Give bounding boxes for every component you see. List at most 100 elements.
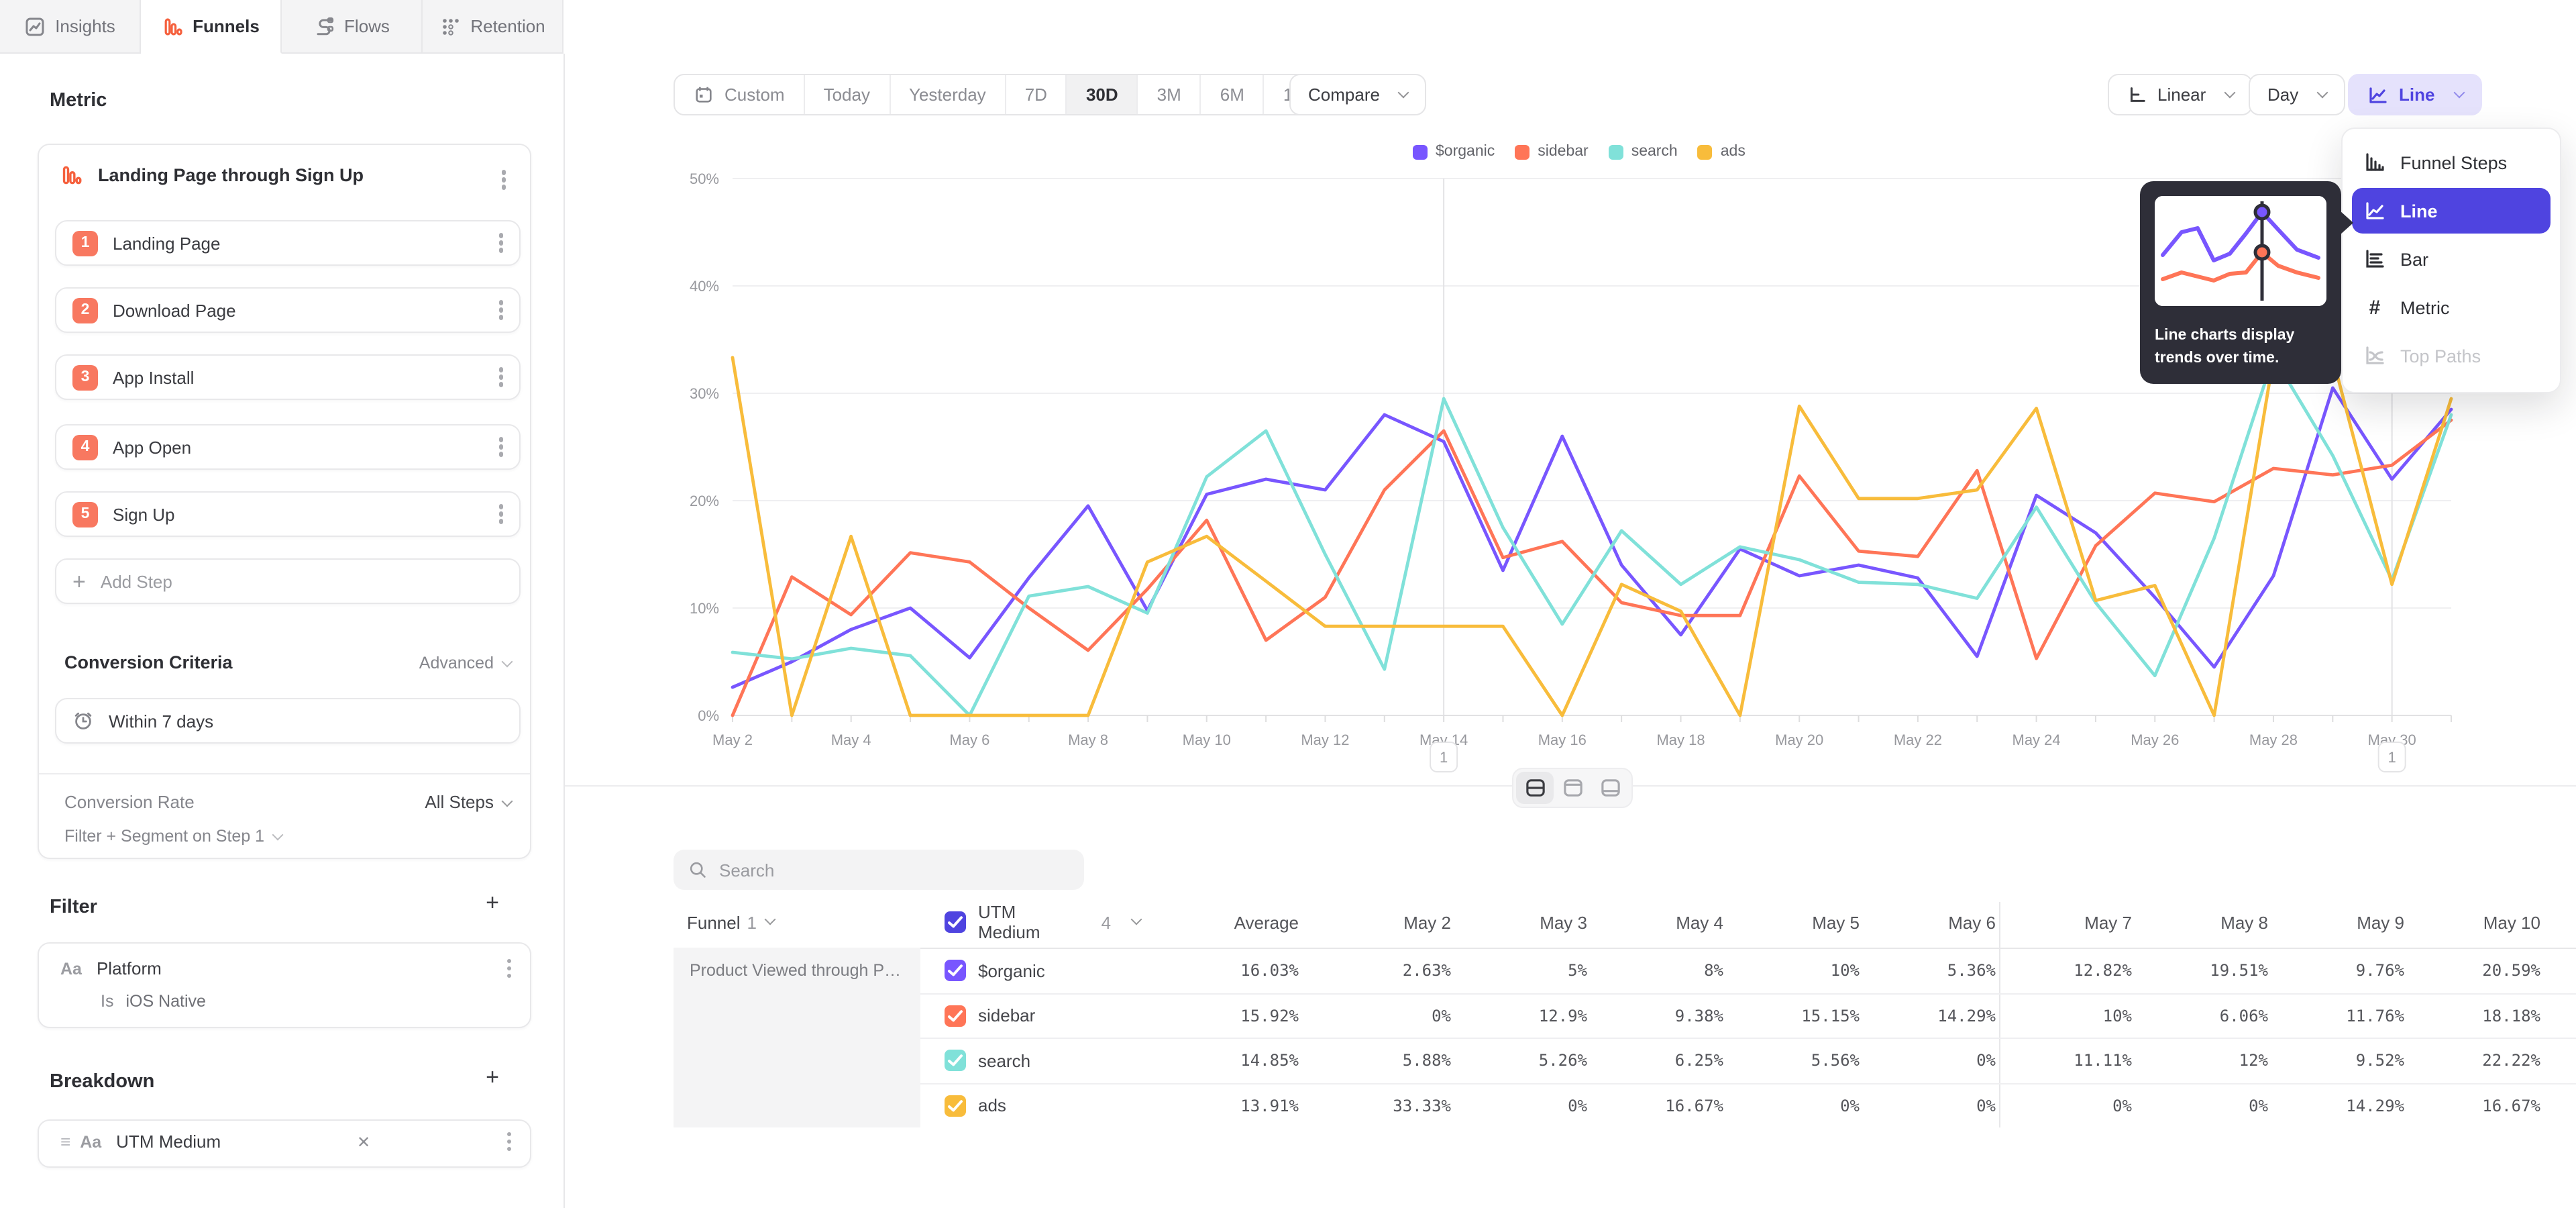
step-menu-button[interactable] <box>498 512 503 517</box>
series-checkbox[interactable] <box>945 1095 966 1117</box>
step-menu-button[interactable] <box>498 445 503 450</box>
svg-text:40%: 40% <box>690 278 719 295</box>
cell-value: 0% <box>1860 1097 1996 1115</box>
svg-text:30%: 30% <box>690 385 719 402</box>
funnel-group-cell[interactable]: Product Viewed through P… <box>674 948 920 1127</box>
column-header-average[interactable]: Average <box>1140 912 1315 932</box>
table-row[interactable]: ads13.91%33.33%0%16.67%0%0%0%0%14.29%16.… <box>674 1083 2576 1127</box>
linear-scale-icon <box>2127 85 2147 105</box>
breakdown-card[interactable]: ≡ Aa UTM Medium ✕ <box>38 1119 531 1168</box>
funnel-step-5[interactable]: 5 Sign Up <box>55 491 521 537</box>
step-menu-button[interactable] <box>498 241 503 246</box>
tab-label: Insights <box>55 16 115 36</box>
chart-view-toggle[interactable] <box>1554 772 1591 804</box>
add-breakdown-button[interactable]: + <box>486 1066 499 1089</box>
conversion-window[interactable]: Within 7 days <box>55 698 521 744</box>
column-header[interactable]: May 10 <box>2404 912 2540 932</box>
filter-menu-button[interactable] <box>506 966 511 971</box>
drag-handle-icon[interactable]: ≡ <box>60 1131 70 1152</box>
column-header[interactable]: May 2 <box>1315 912 1451 932</box>
query-builder-sidebar: Metric Landing Page through Sign Up 1 La… <box>0 54 565 1208</box>
series-checkbox[interactable] <box>945 1050 966 1072</box>
insights-icon <box>24 15 46 37</box>
column-header[interactable]: May 7 <box>1996 912 2132 932</box>
granularity-button[interactable]: Day <box>2249 74 2345 115</box>
step-label: App Install <box>113 367 194 387</box>
cell-value: 9.38% <box>1587 1007 1723 1025</box>
plus-icon: + <box>72 570 86 593</box>
series-checkbox[interactable] <box>945 1005 966 1027</box>
cell-value: 9.52% <box>2268 1052 2404 1070</box>
tab-insights[interactable]: Insights <box>0 0 141 54</box>
menu-item-top-paths[interactable]: Top Paths <box>2352 333 2551 379</box>
column-header[interactable]: May 4 <box>1587 912 1723 932</box>
funnel-steps-icon <box>2364 152 2385 173</box>
svg-text:May 2: May 2 <box>712 732 753 748</box>
table-view-toggle[interactable] <box>1591 772 1629 804</box>
range-30d[interactable]: 30D <box>1067 75 1138 114</box>
breakdown-column-selector[interactable]: UTM Medium4 <box>920 902 1140 942</box>
line-chart-icon <box>2364 200 2385 221</box>
conversion-window-label: Within 7 days <box>109 711 213 731</box>
range-today[interactable]: Today <box>805 75 890 114</box>
tab-flows[interactable]: Flows <box>282 0 423 54</box>
cell-value: 15.15% <box>1723 1007 1860 1025</box>
column-header[interactable]: May 6 <box>1860 912 1996 932</box>
chart-type-button[interactable]: Line <box>2348 74 2481 115</box>
cell-value: 11.11% <box>1996 1052 2132 1070</box>
range-3m[interactable]: 3M <box>1138 75 1201 114</box>
svg-text:May 28: May 28 <box>2249 732 2298 748</box>
average-value: 15.92% <box>1140 1007 1315 1025</box>
range-yesterday[interactable]: Yesterday <box>890 75 1006 114</box>
filter-segment-toggle[interactable]: Filter + Segment on Step 1 <box>64 827 282 846</box>
scale-button[interactable]: Linear <box>2108 74 2253 115</box>
funnel-column-selector[interactable]: Funnel1 <box>674 912 920 932</box>
tab-retention[interactable]: Retention <box>423 0 564 54</box>
conversion-rate-selector[interactable]: All Steps <box>425 792 511 812</box>
column-header[interactable]: May 9 <box>2268 912 2404 932</box>
compare-button[interactable]: Compare <box>1289 74 1427 115</box>
funnel-menu-button[interactable] <box>501 177 506 182</box>
cell-value: 0% <box>1723 1097 1860 1115</box>
close-icon[interactable]: ✕ <box>357 1132 370 1151</box>
menu-item-metric[interactable]: # Metric <box>2352 285 2551 330</box>
cell-value: 16.67% <box>2404 1097 2540 1115</box>
type-icon: Aa <box>80 1132 101 1151</box>
advanced-toggle[interactable]: Advanced <box>419 653 511 672</box>
app: Insights Funnels Flows Retention Metric <box>0 0 2576 1208</box>
table-search[interactable]: Search <box>674 850 1084 890</box>
range-custom[interactable]: Custom <box>675 75 805 114</box>
menu-item-line[interactable]: Line <box>2352 188 2551 234</box>
series-checkbox[interactable] <box>945 960 966 982</box>
conversion-criteria-heading: Conversion Criteria <box>64 652 233 672</box>
menu-item-bar[interactable]: Bar <box>2352 236 2551 282</box>
table-row[interactable]: search14.85%5.88%5.26%6.25%5.56%0%11.11%… <box>674 1038 2576 1083</box>
column-header[interactable]: May 5 <box>1723 912 1860 932</box>
column-header[interactable]: May 8 <box>2132 912 2268 932</box>
table-row[interactable]: sidebar15.92%0%12.9%9.38%15.15%14.29%10%… <box>674 993 2576 1038</box>
cell-value: 14.29% <box>1860 1007 1996 1025</box>
add-filter-button[interactable]: + <box>486 891 499 914</box>
svg-text:May 12: May 12 <box>1301 732 1349 748</box>
menu-item-funnel-steps[interactable]: Funnel Steps <box>2352 140 2551 185</box>
funnel-step-3[interactable]: 3 App Install <box>55 354 521 400</box>
cell-value: 5.56% <box>1723 1052 1860 1070</box>
step-menu-button[interactable] <box>498 308 503 313</box>
range-7d[interactable]: 7D <box>1006 75 1067 114</box>
cell-value: 0% <box>1315 1007 1451 1025</box>
range-6m[interactable]: 6M <box>1201 75 1265 114</box>
breakdown-menu-button[interactable] <box>506 1140 511 1144</box>
add-step-button[interactable]: + Add Step <box>55 558 521 604</box>
cell-value: 18.18% <box>2404 1007 2540 1025</box>
filter-card[interactable]: Aa Platform Is iOS Native <box>38 942 531 1028</box>
split-view-toggle[interactable] <box>1516 772 1554 804</box>
funnel-step-1[interactable]: 1 Landing Page <box>55 220 521 266</box>
table-row[interactable]: $organic16.03%2.63%5%8%10%5.36%12.82%19.… <box>674 948 2576 993</box>
breakdown-checkbox[interactable] <box>945 911 966 933</box>
funnel-step-4[interactable]: 4 App Open <box>55 424 521 470</box>
funnel-step-2[interactable]: 2 Download Page <box>55 287 521 333</box>
tab-funnels[interactable]: Funnels <box>141 0 282 54</box>
column-header[interactable]: May 3 <box>1451 912 1587 932</box>
step-menu-button[interactable] <box>498 375 503 380</box>
svg-text:50%: 50% <box>690 170 719 187</box>
